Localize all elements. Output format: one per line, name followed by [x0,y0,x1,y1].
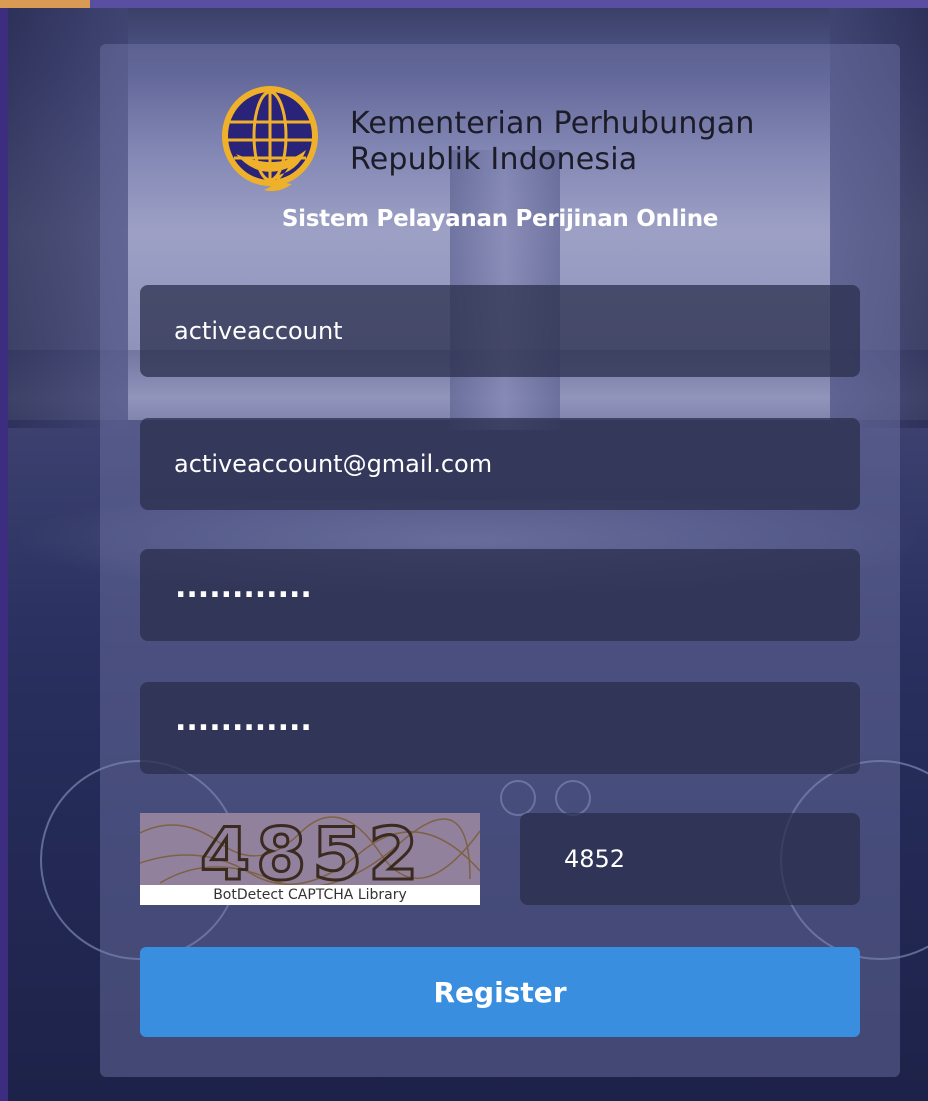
system-title: Sistem Pelayanan Perijinan Online [281,206,719,232]
captcha-code-text: 4852 [200,813,424,885]
captcha-code-image: 4852 [140,813,480,885]
brand-header: Kementerian Perhubungan Republik Indones… [218,84,778,194]
captcha-image: 4852 BotDetect CAPTCHA Library [140,813,480,905]
left-accent-border [0,8,8,1101]
top-accent-bar [0,0,928,8]
username-input[interactable] [140,285,860,377]
confirm-password-input[interactable] [140,682,860,774]
org-name-line1: Kementerian Perhubungan [350,106,755,141]
org-name-line2: Republik Indonesia [350,142,638,177]
captcha-input[interactable] [520,813,860,905]
ministry-logo-icon [222,86,318,192]
captcha-caption: BotDetect CAPTCHA Library [140,885,480,905]
password-input[interactable] [140,549,860,641]
register-button[interactable]: Register [140,947,860,1037]
email-input[interactable] [140,418,860,510]
